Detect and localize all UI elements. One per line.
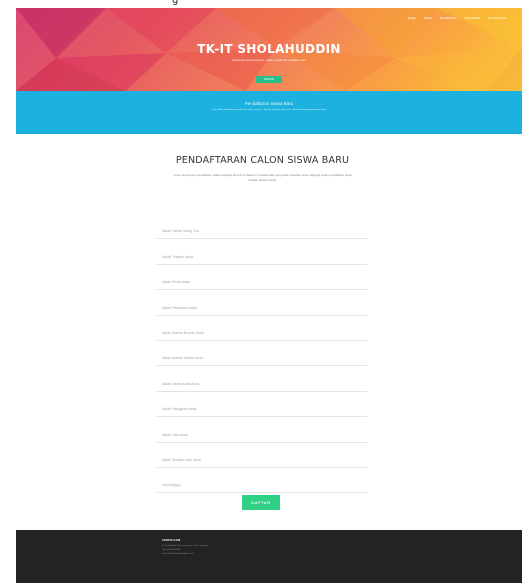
page-frame: Home About Pendaftaran Testimonial Konta… bbox=[16, 8, 522, 134]
field-row bbox=[157, 290, 367, 316]
birthplace-input[interactable] bbox=[162, 457, 352, 462]
field-row bbox=[157, 417, 367, 443]
top-fragment-text: g bbox=[172, 0, 179, 6]
nav-kontak[interactable]: Kontak Kami bbox=[489, 17, 506, 20]
field-row bbox=[157, 341, 367, 367]
footer-email: Email: info@tkitsholahuddin.sch.id bbox=[162, 553, 194, 555]
info-band: Pendaftaran Siswa Baru Telah dibuka pend… bbox=[16, 91, 522, 134]
footer-title: KONTAK KAMI bbox=[162, 539, 181, 542]
field-row bbox=[157, 265, 367, 291]
hero-banner: Home About Pendaftaran Testimonial Konta… bbox=[16, 8, 522, 91]
footer: KONTAK KAMI Jl. Sholahuddin Raya, Kecama… bbox=[16, 530, 522, 583]
parent-name-input[interactable] bbox=[162, 229, 352, 234]
office-address-input[interactable] bbox=[162, 356, 352, 361]
hero-tagline: Membentuk generasi Qurani, cerdas, mandi… bbox=[232, 59, 306, 62]
child-age-input[interactable] bbox=[162, 432, 352, 437]
form-description: Untuk mengirimkan pendaftaran, silakan l… bbox=[173, 174, 352, 182]
field-row bbox=[157, 214, 367, 240]
registration-form bbox=[157, 214, 367, 494]
field-row bbox=[157, 392, 367, 418]
field-row bbox=[157, 443, 367, 468]
footer-phone: Telp: (021) 0000000 bbox=[162, 549, 181, 551]
band-title: Pendaftaran Siswa Baru bbox=[244, 101, 294, 106]
child-name-input[interactable] bbox=[162, 381, 352, 386]
nav-pendaftaran[interactable]: Pendaftaran bbox=[440, 17, 457, 20]
phone-input[interactable] bbox=[162, 254, 352, 259]
field-row bbox=[157, 366, 367, 392]
hero-cta-button[interactable]: DAFTAR bbox=[256, 76, 282, 83]
submit-button[interactable]: DAFTAR bbox=[242, 495, 280, 510]
email-input[interactable] bbox=[162, 280, 352, 285]
form-title: PENDAFTARAN CALON SISWA BARU bbox=[175, 155, 350, 166]
registration-section: PENDAFTARAN CALON SISWA BARU Untuk mengi… bbox=[0, 134, 525, 510]
main-nav: Home About Pendaftaran Testimonial Konta… bbox=[408, 17, 506, 20]
child-nickname-input[interactable] bbox=[162, 407, 352, 412]
footer-address: Jl. Sholahuddin Raya, Kecamatan Kota, In… bbox=[162, 545, 209, 547]
top-strip: g bbox=[0, 0, 525, 8]
field-row bbox=[157, 316, 367, 341]
band-description: Telah dibuka pendaftaran siswa baru tahu… bbox=[211, 109, 327, 111]
occupation-input[interactable] bbox=[162, 305, 352, 310]
site-title: TK-IT SHOLAHUDDIN bbox=[197, 42, 341, 56]
nav-testimonial[interactable]: Testimonial bbox=[465, 17, 481, 20]
nav-home[interactable]: Home bbox=[408, 17, 416, 20]
birthdate-input[interactable] bbox=[162, 483, 352, 488]
nav-about[interactable]: About bbox=[424, 17, 432, 20]
field-row bbox=[157, 239, 367, 265]
home-address-input[interactable] bbox=[162, 330, 352, 335]
field-row bbox=[157, 468, 367, 494]
